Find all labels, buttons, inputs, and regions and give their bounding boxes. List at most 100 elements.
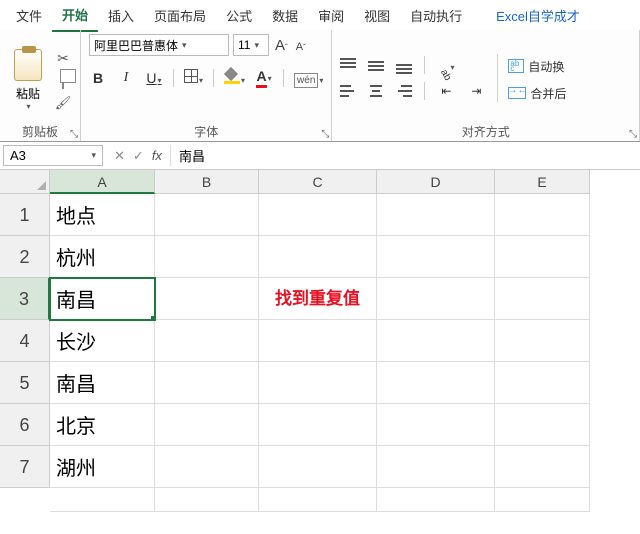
cell-B8[interactable] bbox=[155, 488, 259, 512]
menu-excel-self-study[interactable]: Excel自学成才 bbox=[486, 0, 590, 31]
cell-B7[interactable] bbox=[155, 446, 259, 488]
menu-pagelayout[interactable]: 页面布局 bbox=[144, 0, 216, 31]
menu-insert[interactable]: 插入 bbox=[98, 0, 144, 31]
cell-C7[interactable] bbox=[259, 446, 377, 488]
cell-B3[interactable] bbox=[155, 278, 259, 320]
menu-automate[interactable]: 自动执行 bbox=[400, 0, 472, 31]
cell-D1[interactable] bbox=[377, 194, 495, 236]
cell-D3[interactable] bbox=[377, 278, 495, 320]
align-middle-button[interactable] bbox=[368, 58, 384, 72]
align-bottom-button[interactable] bbox=[396, 58, 412, 72]
cell-E8[interactable] bbox=[495, 488, 590, 512]
fill-color-button[interactable]: ▾ bbox=[224, 69, 245, 86]
merge-center-button[interactable]: 合并后 bbox=[508, 85, 566, 102]
col-header-A[interactable]: A bbox=[50, 170, 155, 194]
cell-C6[interactable] bbox=[259, 404, 377, 446]
cell-D7[interactable] bbox=[377, 446, 495, 488]
row-header-6[interactable]: 6 bbox=[0, 404, 50, 446]
align-center-button[interactable] bbox=[368, 84, 384, 98]
cell-C8[interactable] bbox=[259, 488, 377, 512]
cell-A8[interactable] bbox=[50, 488, 155, 512]
increase-font-button[interactable]: Aˆ bbox=[273, 37, 290, 54]
cell-E7[interactable] bbox=[495, 446, 590, 488]
cell-D2[interactable] bbox=[377, 236, 495, 278]
cell-E1[interactable] bbox=[495, 194, 590, 236]
formula-bar[interactable]: 南昌 bbox=[171, 142, 640, 169]
cut-button[interactable] bbox=[54, 50, 72, 66]
ribbon: 粘贴 ▾ 剪贴板 ⤡ 阿里巴巴普惠体▾ 11▾ Aˆ Aˇ bbox=[0, 30, 640, 142]
font-color-button[interactable]: A▾ bbox=[255, 68, 273, 87]
fx-button[interactable]: fx bbox=[152, 148, 162, 163]
align-top-button[interactable] bbox=[340, 58, 356, 72]
decrease-font-button[interactable]: Aˇ bbox=[294, 38, 308, 53]
cell-E5[interactable] bbox=[495, 362, 590, 404]
font-launcher[interactable]: ⤡ bbox=[321, 129, 329, 140]
align-left-button[interactable] bbox=[340, 84, 356, 98]
cell-B2[interactable] bbox=[155, 236, 259, 278]
menu-review[interactable]: 审阅 bbox=[308, 0, 354, 31]
cell-E2[interactable] bbox=[495, 236, 590, 278]
cell-A6[interactable]: 北京 bbox=[50, 404, 155, 446]
cell-D8[interactable] bbox=[377, 488, 495, 512]
cell-A1[interactable]: 地点 bbox=[50, 194, 155, 236]
cell-C5[interactable] bbox=[259, 362, 377, 404]
phonetic-button[interactable]: wén▾ bbox=[294, 70, 323, 86]
align-launcher[interactable]: ⤡ bbox=[629, 129, 637, 140]
bold-button[interactable]: B bbox=[89, 70, 107, 86]
menu-view[interactable]: 视图 bbox=[354, 0, 400, 31]
cell-D5[interactable] bbox=[377, 362, 495, 404]
cell-B6[interactable] bbox=[155, 404, 259, 446]
col-header-B[interactable]: B bbox=[155, 170, 259, 194]
align-right-button[interactable] bbox=[396, 84, 412, 98]
font-size-combo[interactable]: 11▾ bbox=[233, 34, 269, 56]
col-header-C[interactable]: C bbox=[259, 170, 377, 194]
select-all-corner[interactable] bbox=[0, 170, 50, 194]
format-painter-button[interactable] bbox=[54, 94, 72, 110]
name-box[interactable]: A3▾ bbox=[3, 145, 103, 166]
col-header-E[interactable]: E bbox=[495, 170, 590, 194]
confirm-button[interactable]: ✓ bbox=[133, 148, 144, 164]
cell-A4[interactable]: 长沙 bbox=[50, 320, 155, 362]
cell-D6[interactable] bbox=[377, 404, 495, 446]
cell-A7[interactable]: 湖州 bbox=[50, 446, 155, 488]
borders-button[interactable]: ▾ bbox=[184, 69, 203, 86]
menu-data[interactable]: 数据 bbox=[262, 0, 308, 31]
cell-E3[interactable] bbox=[495, 278, 590, 320]
merge-icon bbox=[508, 87, 526, 99]
clipboard-launcher[interactable]: ⤡ bbox=[70, 129, 78, 140]
wrap-text-button[interactable]: 自动换 bbox=[508, 58, 566, 75]
cell-A2[interactable]: 杭州 bbox=[50, 236, 155, 278]
row-header-7[interactable]: 7 bbox=[0, 446, 50, 488]
row-header-3[interactable]: 3 bbox=[0, 278, 50, 320]
italic-button[interactable]: I bbox=[117, 70, 135, 86]
cell-B1[interactable] bbox=[155, 194, 259, 236]
cell-B4[interactable] bbox=[155, 320, 259, 362]
underline-button[interactable]: U▾ bbox=[145, 70, 163, 86]
menu-file[interactable]: 文件 bbox=[6, 0, 52, 31]
cell-E6[interactable] bbox=[495, 404, 590, 446]
cell-C4[interactable] bbox=[259, 320, 377, 362]
cell-A3[interactable]: 南昌 bbox=[50, 278, 155, 320]
row-header-4[interactable]: 4 bbox=[0, 320, 50, 362]
copy-button[interactable] bbox=[54, 72, 72, 88]
decrease-indent-button[interactable]: ⇤ bbox=[437, 84, 455, 98]
increase-indent-button[interactable]: ⇥ bbox=[467, 84, 485, 98]
row-header-1[interactable]: 1 bbox=[0, 194, 50, 236]
orientation-button[interactable]: ▾ bbox=[437, 57, 455, 73]
cell-A5[interactable]: 南昌 bbox=[50, 362, 155, 404]
cell-D4[interactable] bbox=[377, 320, 495, 362]
col-header-D[interactable]: D bbox=[377, 170, 495, 194]
menu-formulas[interactable]: 公式 bbox=[216, 0, 262, 31]
paste-button[interactable]: 粘贴 ▾ bbox=[8, 45, 48, 111]
cell-B5[interactable] bbox=[155, 362, 259, 404]
row-header-2[interactable]: 2 bbox=[0, 236, 50, 278]
cell-E4[interactable] bbox=[495, 320, 590, 362]
cell-C3[interactable]: 找到重复值 bbox=[259, 278, 377, 320]
font-name-combo[interactable]: 阿里巴巴普惠体▾ bbox=[89, 34, 229, 56]
cancel-button[interactable]: ✕ bbox=[114, 148, 125, 164]
row-header-5[interactable]: 5 bbox=[0, 362, 50, 404]
menu-home[interactable]: 开始 bbox=[52, 0, 98, 32]
cell-C1[interactable] bbox=[259, 194, 377, 236]
border-icon bbox=[184, 69, 198, 83]
cell-C2[interactable] bbox=[259, 236, 377, 278]
